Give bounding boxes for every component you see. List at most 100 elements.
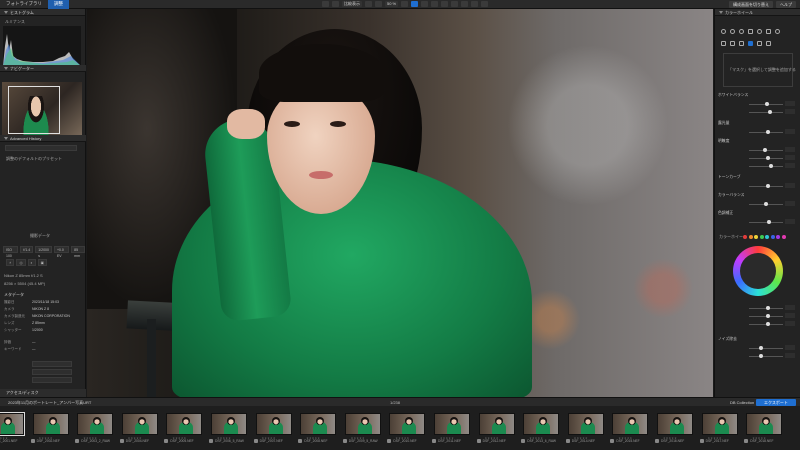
light-icon[interactable] xyxy=(721,29,726,34)
preset-icon[interactable] xyxy=(775,29,780,34)
redo-icon[interactable] xyxy=(332,1,339,7)
filmstrip-thumbnail[interactable] xyxy=(657,413,693,435)
hand-tool-icon[interactable] xyxy=(411,1,419,7)
thumbnail-checkbox[interactable] xyxy=(75,439,80,443)
slider-knob[interactable] xyxy=(759,346,763,350)
mask-erase-icon[interactable] xyxy=(757,41,762,46)
section-white-balance[interactable]: ホワイトバランス xyxy=(718,93,748,98)
eraser-icon[interactable] xyxy=(441,1,449,7)
filmstrip-thumbnail[interactable] xyxy=(746,413,783,435)
slider-knob[interactable] xyxy=(766,156,770,160)
slider-row[interactable] xyxy=(719,353,797,359)
mask-add-icon[interactable] xyxy=(721,41,726,46)
slider-row[interactable] xyxy=(719,305,797,311)
section-color-balance[interactable]: カラーバランス xyxy=(718,193,744,198)
slider-value[interactable] xyxy=(785,305,795,310)
thumbnail-checkbox[interactable] xyxy=(387,439,392,443)
filmstrip-thumbnail[interactable] xyxy=(121,413,158,435)
fit-icon[interactable] xyxy=(401,1,409,7)
slider-row[interactable] xyxy=(719,321,797,327)
slider-value[interactable] xyxy=(785,183,795,188)
compare-button[interactable]: 比較表示 xyxy=(342,1,362,7)
gps-field[interactable] xyxy=(32,377,72,383)
slider-track[interactable] xyxy=(749,221,783,223)
local-icon[interactable] xyxy=(766,29,771,34)
filmstrip-thumbnail[interactable] xyxy=(255,413,292,435)
mask-invert-icon[interactable] xyxy=(766,41,771,46)
filmstrip-thumbnail[interactable] xyxy=(32,413,69,435)
help-button[interactable]: ヘルプ xyxy=(776,1,796,8)
slider-value[interactable] xyxy=(785,321,795,326)
right-panel-header[interactable]: カラーホイール xyxy=(715,9,800,16)
brush-icon[interactable] xyxy=(431,1,439,7)
navigator-thumbnail[interactable] xyxy=(2,82,82,137)
swatch-red[interactable] xyxy=(743,235,747,239)
slider-value[interactable] xyxy=(785,109,795,114)
detail-icon[interactable] xyxy=(739,29,744,34)
slider-row[interactable] xyxy=(719,147,797,153)
slider-value[interactable] xyxy=(785,155,795,160)
filmstrip-thumbnail[interactable] xyxy=(166,413,203,435)
slider-row[interactable] xyxy=(719,313,797,319)
swatch-yellow[interactable] xyxy=(754,235,758,239)
thumbnail-checkbox[interactable] xyxy=(119,439,124,443)
gps-field[interactable] xyxy=(32,361,72,367)
undo-icon[interactable] xyxy=(322,1,329,7)
filmstrip-thumbnail[interactable] xyxy=(344,413,381,435)
swatch-green[interactable] xyxy=(759,235,764,239)
thumbnail-checkbox[interactable] xyxy=(342,439,347,443)
effect-icon[interactable] xyxy=(757,29,762,34)
slider-value[interactable] xyxy=(785,313,795,318)
section-tone-curve[interactable]: トーンカーブ xyxy=(718,175,740,180)
slider-row[interactable] xyxy=(719,201,797,207)
swatch-cyan[interactable] xyxy=(765,235,769,239)
thumbnail-checkbox[interactable] xyxy=(253,439,258,443)
layout-switch-button[interactable]: 構成画面を切り替え xyxy=(729,1,773,8)
slider-row[interactable] xyxy=(719,109,797,115)
thumbnail-checkbox[interactable] xyxy=(610,439,615,443)
filmstrip-thumbnail[interactable] xyxy=(389,413,426,435)
access-disk-header[interactable]: アクセス/ディスク xyxy=(0,389,86,397)
thumbnail-checkbox[interactable] xyxy=(744,439,749,443)
filmstrip-thumbnail[interactable] xyxy=(300,413,337,435)
slider-knob[interactable] xyxy=(763,148,767,152)
navigator-header[interactable]: ナビゲーター xyxy=(0,65,86,72)
slider-row[interactable] xyxy=(719,101,797,107)
slider-knob[interactable] xyxy=(766,306,770,310)
section-color-correction[interactable]: 色調補正 xyxy=(718,211,733,216)
filmstrip-thumbnail[interactable] xyxy=(523,413,560,435)
thumbnail-checkbox[interactable] xyxy=(432,439,436,443)
history-item[interactable]: 調整のデフォルトのプリセット xyxy=(6,156,62,162)
mask-select-icon[interactable] xyxy=(748,41,753,46)
slider-track[interactable] xyxy=(749,355,783,357)
swatch-magenta[interactable] xyxy=(781,235,786,239)
slider-knob[interactable] xyxy=(764,202,768,206)
slider-row[interactable] xyxy=(719,219,797,225)
histogram-header[interactable]: ヒストグラム xyxy=(0,9,85,16)
mask-gradient-icon[interactable] xyxy=(739,41,744,46)
slider-knob[interactable] xyxy=(759,354,763,358)
filmstrip-thumbnail[interactable] xyxy=(567,413,604,435)
gps-field[interactable] xyxy=(32,369,72,375)
filmstrip-thumbnail[interactable] xyxy=(478,413,515,435)
tab-adjust[interactable]: 調整 xyxy=(48,0,69,9)
thumbnail-checkbox[interactable] xyxy=(565,439,570,443)
slider-knob[interactable] xyxy=(766,314,770,318)
picker-icon[interactable] xyxy=(461,1,469,7)
swatch-purple[interactable] xyxy=(776,235,780,239)
slider-value[interactable] xyxy=(785,129,795,134)
collection-label[interactable]: DB Collection xyxy=(730,400,754,405)
eye-icon[interactable] xyxy=(471,1,479,7)
mask-icon[interactable] xyxy=(451,1,459,7)
rotate-icon[interactable] xyxy=(375,1,382,7)
filmstrip-thumbnail[interactable] xyxy=(612,413,649,435)
swatch-blue[interactable] xyxy=(770,235,775,239)
slider-row[interactable] xyxy=(719,155,797,161)
slider-knob[interactable] xyxy=(769,164,773,168)
slider-knob[interactable] xyxy=(767,220,771,224)
main-photo-viewer[interactable] xyxy=(87,9,713,397)
color-icon[interactable] xyxy=(730,29,735,34)
filmstrip-thumbnail[interactable] xyxy=(701,413,738,435)
thumbnail-checkbox[interactable] xyxy=(298,439,303,443)
thumbnail-checkbox[interactable] xyxy=(30,439,35,443)
